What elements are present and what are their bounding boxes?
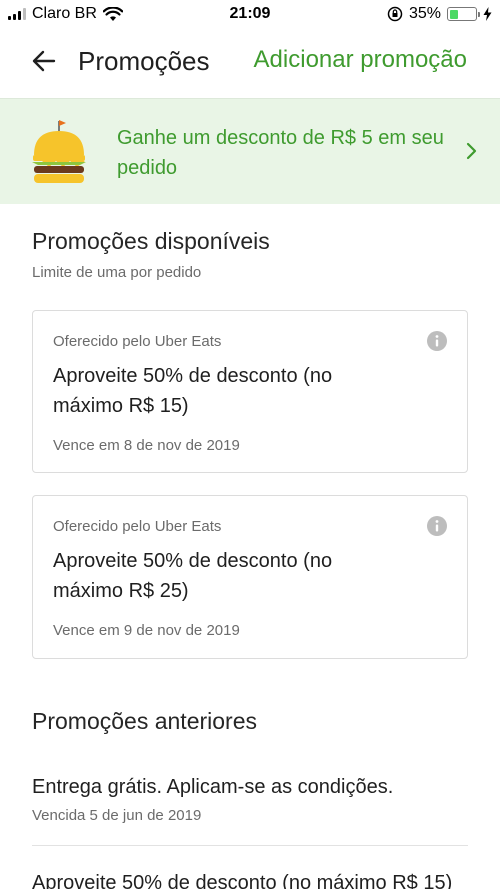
available-promotions-title: Promoções disponíveis (32, 228, 270, 254)
back-arrow-icon[interactable] (30, 46, 60, 76)
promo-title: Aproveite 50% de desconto (no máximo R$ … (53, 365, 333, 417)
promo-card[interactable]: Oferecido pelo Uber Eats Aproveite 50% d… (32, 310, 468, 473)
available-promotions-subtitle: Limite de uma por pedido (32, 264, 202, 281)
battery-percent: 35% (408, 5, 441, 22)
banner-text: Ganhe um desconto de R$ 5 em seu pedido (117, 127, 444, 179)
previous-promo-expiry: Vencida 5 de jun de 2019 (32, 807, 202, 824)
info-icon[interactable] (427, 331, 447, 351)
previous-promotions-title: Promoções anteriores (32, 708, 257, 734)
rotation-lock-icon (387, 6, 403, 22)
page-title: Promoções (78, 46, 210, 76)
promo-card[interactable]: Oferecido pelo Uber Eats Aproveite 50% d… (32, 495, 468, 659)
status-bar: Claro BR 21:09 35% (0, 0, 500, 30)
battery-fill (449, 9, 459, 19)
previous-promo-title: Aproveite 50% de desconto (no máximo R$ … (32, 872, 453, 889)
add-promotion-button[interactable]: Adicionar promoção (254, 46, 467, 74)
promo-expiry: Vence em 8 de nov de 2019 (53, 437, 240, 454)
battery-icon (447, 7, 480, 21)
header: Promoções Adicionar promoção (0, 30, 500, 98)
burger-icon (32, 120, 86, 183)
promo-offered-by: Oferecido pelo Uber Eats (53, 333, 222, 350)
promo-title: Aproveite 50% de desconto (no máximo R$ … (53, 550, 333, 602)
info-icon[interactable] (427, 516, 447, 536)
promo-expiry: Vence em 9 de nov de 2019 (53, 622, 240, 639)
charging-icon (483, 7, 492, 21)
chevron-right-icon (466, 142, 477, 160)
divider (32, 845, 468, 846)
promo-offered-by: Oferecido pelo Uber Eats (53, 518, 222, 535)
previous-promo-title: Entrega grátis. Aplicam-se as condições. (32, 776, 394, 798)
status-right: 35% (387, 5, 492, 23)
discount-banner[interactable]: Ganhe um desconto de R$ 5 em seu pedido (0, 98, 500, 204)
